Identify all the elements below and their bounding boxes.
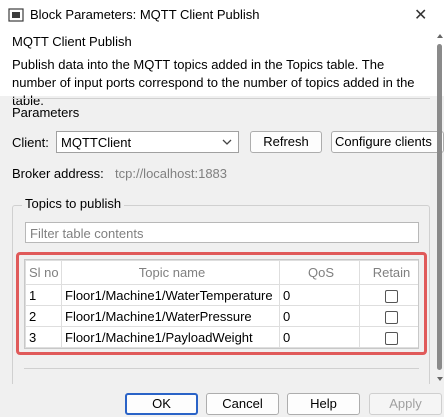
block-name: MQTT Client Publish: [12, 34, 132, 49]
header-divider: [12, 98, 430, 99]
broker-address-value: tcp://localhost:1883: [115, 166, 228, 181]
simulink-block-icon: [8, 8, 24, 22]
configure-clients-button[interactable]: Configure clients: [331, 131, 444, 153]
ok-button[interactable]: OK: [125, 393, 198, 415]
scrollbar-thumb[interactable]: [437, 44, 442, 370]
client-label: Client:: [12, 135, 49, 150]
broker-address-label: Broker address:: [12, 166, 104, 181]
apply-button[interactable]: Apply: [369, 393, 442, 415]
filter-placeholder: Filter table contents: [30, 226, 144, 241]
help-button[interactable]: Help: [287, 393, 360, 415]
table-highlight-box: [16, 252, 427, 355]
topics-group-label: Topics to publish: [22, 196, 125, 211]
cancel-button[interactable]: Cancel: [206, 393, 279, 415]
client-dropdown[interactable]: MQTTClient: [56, 131, 239, 153]
scroll-up-icon[interactable]: [436, 32, 444, 40]
filter-input[interactable]: Filter table contents: [25, 222, 419, 243]
parameters-label: Parameters: [12, 105, 80, 120]
block-description: Publish data into the MQTT topics added …: [12, 57, 415, 108]
client-dropdown-value: MQTTClient: [61, 135, 132, 150]
scroll-down-icon[interactable]: [436, 375, 444, 383]
group-divider: [24, 368, 419, 369]
refresh-button[interactable]: Refresh: [250, 131, 322, 153]
close-icon[interactable]: ✕: [414, 5, 427, 25]
window-title: Block Parameters: MQTT Client Publish: [30, 7, 260, 22]
chevron-down-icon: [222, 139, 232, 145]
